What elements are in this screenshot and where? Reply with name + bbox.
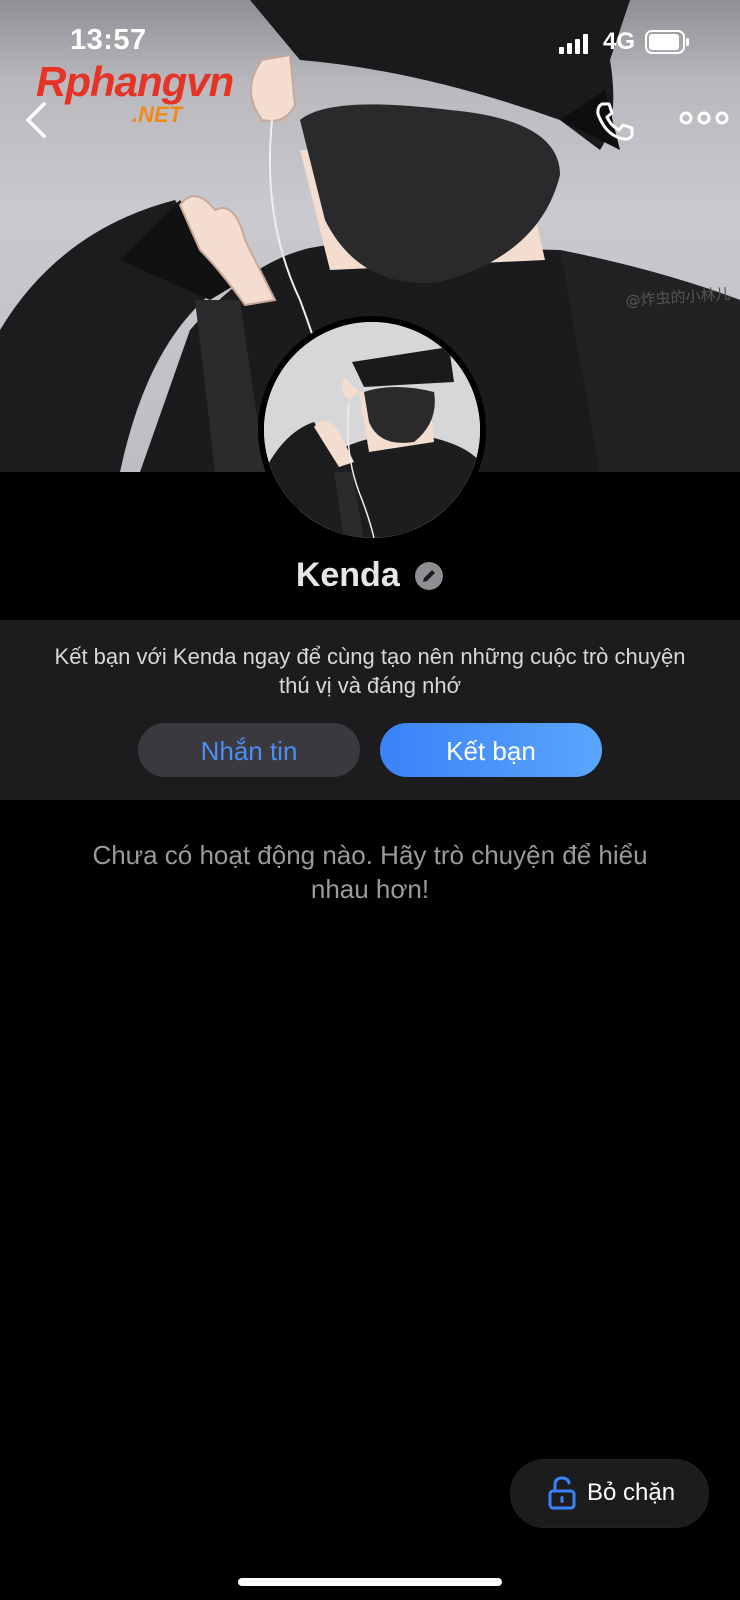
logo-sub-text: .NET	[132, 102, 183, 127]
ellipsis-icon	[679, 111, 729, 125]
unblock-button[interactable]: Bỏ chặn	[511, 1460, 708, 1527]
unlock-icon	[548, 1476, 576, 1510]
invite-text: Kết bạn với Kenda ngay để cùng tạo nên n…	[54, 644, 686, 698]
site-logo: Rphangvn .NET	[36, 58, 266, 128]
home-indicator[interactable]	[238, 1578, 502, 1586]
more-options-button[interactable]	[676, 100, 732, 140]
profile-name: Kenda	[295, 556, 400, 594]
unblock-label: Bỏ chặn	[587, 1479, 676, 1506]
empty-activity-text: Chưa có hoạt động nào. Hãy trò chuyện để…	[92, 840, 648, 904]
back-button[interactable]	[14, 96, 58, 144]
edit-name-button[interactable]	[414, 561, 444, 591]
signal-icon	[559, 34, 588, 54]
logo-main-text: Rphangvn	[36, 58, 234, 105]
chevron-left-icon	[26, 102, 46, 138]
message-button[interactable]: Nhắn tin	[138, 723, 360, 777]
add-friend-button[interactable]: Kết bạn	[380, 723, 602, 777]
call-button[interactable]	[590, 96, 640, 146]
avatar-image	[264, 322, 480, 538]
network-type: 4G	[603, 28, 636, 55]
avatar[interactable]	[258, 316, 486, 544]
profile-name-row: Kenda	[0, 556, 740, 595]
status-time: 13:57	[70, 24, 147, 56]
battery-icon	[645, 30, 689, 54]
phone-icon	[596, 102, 634, 141]
pencil-icon	[415, 561, 444, 590]
